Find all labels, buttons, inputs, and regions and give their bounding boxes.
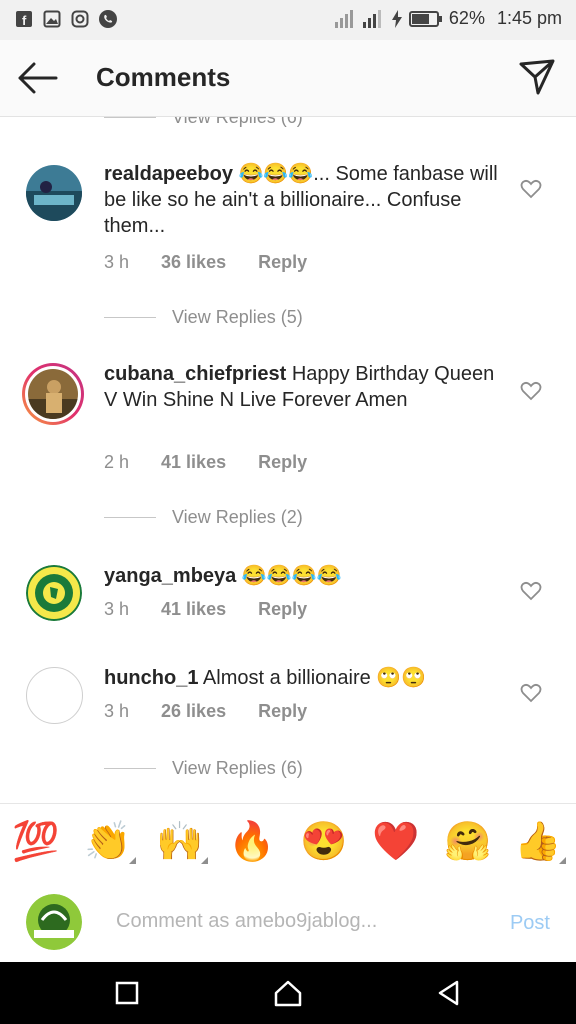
share-button[interactable] — [518, 58, 556, 96]
back-nav-button[interactable] — [432, 976, 466, 1010]
send-icon — [519, 59, 555, 95]
comment-username[interactable]: realdapeeboy — [104, 163, 233, 185]
comment-meta: 3 h 26 likes Reply — [104, 701, 339, 722]
reply-button[interactable]: Reply — [258, 599, 307, 620]
clap-emoji-button[interactable]: 👏 — [84, 818, 136, 866]
comment-meta: 3 h 36 likes Reply — [104, 252, 339, 273]
hug-emoji-button[interactable]: 🤗 — [444, 818, 492, 866]
comment-composer: Comment as amebo9jablog... Post — [0, 882, 576, 962]
likes-count[interactable]: 41 likes — [161, 599, 226, 620]
comment-input[interactable]: Comment as amebo9jablog... — [116, 910, 377, 933]
heart-icon — [520, 179, 542, 199]
heart-eyes-emoji-button[interactable]: 😍 — [300, 818, 348, 866]
home-button[interactable] — [271, 976, 305, 1010]
thumbs-up-emoji-button[interactable]: 👍 — [514, 818, 566, 866]
home-icon — [274, 980, 302, 1007]
comment-body: huncho_1 Almost a billionaire 🙄🙄 — [104, 665, 504, 691]
comment-text: 😂😂😂😂 — [241, 565, 342, 587]
avatar — [28, 369, 78, 419]
reply-button[interactable]: Reply — [258, 701, 307, 722]
comment-body: yanga_mbeya 😂😂😂😂 — [104, 563, 504, 589]
likes-count[interactable]: 36 likes — [161, 252, 226, 273]
avatar-story-ring[interactable] — [22, 363, 84, 425]
comment-meta: 2 h 41 likes Reply — [104, 452, 339, 473]
comment-time: 3 h — [104, 701, 130, 721]
comment-time: 3 h — [104, 252, 130, 272]
comment-body: realdapeeboy 😂😂😂... Some fanbase will be… — [104, 161, 504, 239]
fire-emoji-button[interactable]: 🔥 — [228, 818, 276, 866]
system-status: 62% 1:45 pm — [334, 8, 562, 29]
emoji-quick-bar: 💯 👏 🙌 🔥 😍 ❤️ 🤗 👍 — [0, 803, 576, 883]
view-replies-link[interactable]: View Replies (2) — [104, 505, 303, 529]
back-arrow-icon — [18, 62, 58, 94]
raised-hands-emoji-button[interactable]: 🙌 — [156, 818, 208, 866]
comment-time: 3 h — [104, 599, 130, 619]
view-replies-link[interactable]: View Replies (6) — [104, 117, 303, 129]
page-title: Comments — [96, 62, 231, 92]
comment-time: 2 h — [104, 452, 130, 472]
notification-icons: f — [14, 9, 118, 29]
back-button[interactable] — [16, 60, 60, 96]
view-replies-link[interactable]: View Replies (5) — [104, 305, 303, 329]
comment-username[interactable]: yanga_mbeya — [104, 565, 236, 587]
heart-icon — [520, 581, 542, 601]
square-icon — [115, 981, 139, 1005]
own-avatar — [26, 894, 82, 950]
like-button[interactable] — [520, 179, 542, 199]
likes-count[interactable]: 41 likes — [161, 452, 226, 473]
comment-username[interactable]: huncho_1 — [104, 667, 198, 689]
comments-list[interactable]: View Replies (6) realdapeeboy 😂😂😂... Som… — [0, 117, 576, 803]
gallery-icon — [42, 9, 62, 29]
avatar[interactable] — [26, 165, 82, 221]
svg-text:f: f — [22, 13, 27, 28]
like-button[interactable] — [520, 683, 542, 703]
avatar[interactable] — [26, 565, 82, 621]
signal-strength-icon — [362, 9, 381, 28]
post-button[interactable]: Post — [510, 912, 550, 935]
comment-text: Almost a billionaire 🙄🙄 — [202, 667, 427, 689]
signal-icon — [334, 9, 353, 28]
charging-icon — [391, 9, 402, 28]
whatsapp-icon — [98, 9, 118, 29]
system-nav-bar — [0, 962, 576, 1024]
clock: 1:45 pm — [496, 8, 562, 28]
comment-body: cubana_chiefpriest Happy Birthday Queen … — [104, 361, 504, 413]
comment-username[interactable]: cubana_chiefpriest — [104, 363, 286, 385]
like-button[interactable] — [520, 381, 542, 401]
likes-count[interactable]: 26 likes — [161, 701, 226, 722]
battery-icon — [408, 10, 442, 27]
avatar[interactable] — [26, 667, 83, 724]
triangle-back-icon — [438, 980, 459, 1006]
heart-icon — [520, 381, 542, 401]
like-button[interactable] — [520, 581, 542, 601]
comment-meta: 3 h 41 likes Reply — [104, 599, 339, 620]
heart-icon — [520, 683, 542, 703]
reply-button[interactable]: Reply — [258, 452, 307, 473]
status-bar: f 62% 1:45 pm — [0, 0, 576, 40]
view-replies-link[interactable]: View Replies (6) — [104, 756, 303, 780]
recents-button[interactable] — [110, 976, 144, 1010]
battery-percent: 62% — [448, 8, 485, 28]
facebook-icon: f — [14, 9, 34, 29]
reply-button[interactable]: Reply — [258, 252, 307, 273]
heart-emoji-button[interactable]: ❤️ — [372, 818, 420, 866]
app-bar: Comments — [0, 40, 576, 117]
hundred-emoji-button[interactable]: 💯 — [12, 818, 60, 866]
instagram-icon — [70, 9, 90, 29]
